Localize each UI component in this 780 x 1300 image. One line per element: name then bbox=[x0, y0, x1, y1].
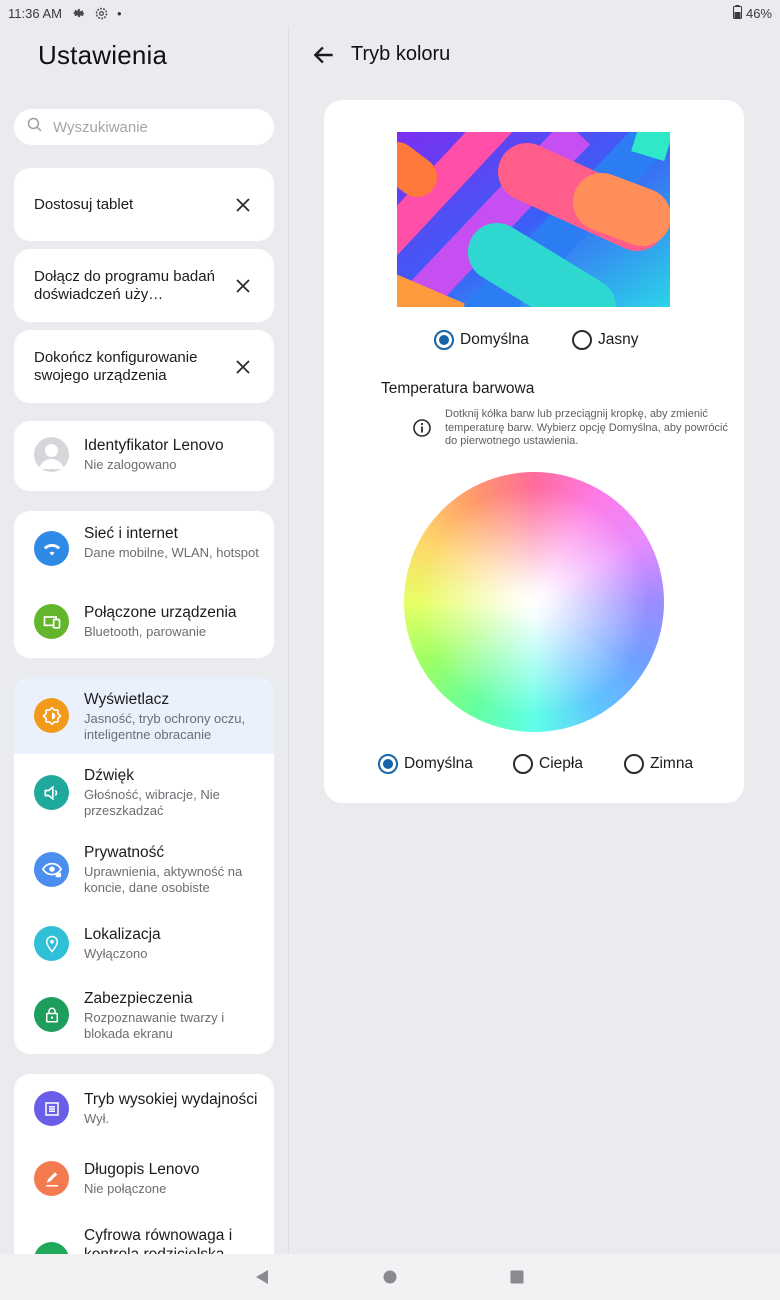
sidebar-item-security[interactable]: Zabezpieczenia Rozpoznawanie twarzy i bl… bbox=[14, 977, 274, 1054]
settings-gear-icon bbox=[72, 6, 86, 20]
temp-default-option[interactable]: Domyślna bbox=[378, 754, 473, 774]
item-subtitle: Jasność, tryb ochrony oczu, inteligentne… bbox=[84, 711, 246, 742]
suggestion-card[interactable]: Dokończ konfigurowanie swojego urządzeni… bbox=[14, 330, 274, 403]
color-mode-card: Domyślna Jasny Temperatura barwowa Dotkn… bbox=[324, 100, 744, 803]
wifi-icon bbox=[34, 531, 69, 566]
settings-group: Tryb wysokiej wydajności Wył. Długopis L… bbox=[14, 1074, 274, 1254]
radio-unselected[interactable] bbox=[513, 754, 533, 774]
close-icon[interactable] bbox=[232, 275, 254, 297]
nav-back-icon[interactable] bbox=[252, 1267, 272, 1287]
location-icon bbox=[34, 926, 69, 961]
mode-bright-option[interactable]: Jasny bbox=[572, 330, 639, 350]
radio-unselected[interactable] bbox=[572, 330, 592, 350]
item-title: Wyświetlacz bbox=[84, 691, 170, 708]
item-subtitle: Rozpoznawanie twarzy i blokada ekranu bbox=[84, 1010, 225, 1041]
item-title: Długopis Lenovo bbox=[84, 1161, 200, 1178]
option-label: Domyślna bbox=[460, 331, 529, 348]
sidebar-item-sound[interactable]: Dźwięk Głośność, wibracje, Nie przeszkad… bbox=[14, 754, 274, 831]
sidebar-item-network[interactable]: Sieć i internet Dane mobilne, WLAN, hots… bbox=[14, 511, 274, 589]
suggestion-card[interactable]: Dołącz do programu badań doświadczeń uży… bbox=[14, 249, 274, 322]
suggestion-label: Dostosuj tablet bbox=[34, 195, 134, 213]
item-subtitle: Wyłączono bbox=[84, 946, 148, 961]
item-title: Sieć i internet bbox=[84, 525, 178, 542]
settings-list-pane: Ustawienia Wyszukiwanie Dostosuj tablet … bbox=[0, 26, 288, 1254]
nav-home-icon[interactable] bbox=[380, 1267, 400, 1287]
suggestion-label: Dołącz do programu badań doświadczeń uży… bbox=[34, 267, 215, 303]
item-title: Cyfrowa równowaga i kontrola rodzicielsk… bbox=[84, 1227, 233, 1254]
item-title: Dźwięk bbox=[84, 767, 134, 784]
section-title: Temperatura barwowa bbox=[381, 380, 535, 397]
item-subtitle: Głośność, wibracje, Nie przeszkadzać bbox=[84, 787, 220, 818]
settings-outline-icon bbox=[94, 6, 109, 21]
devices-icon bbox=[34, 604, 69, 639]
settings-group: Sieć i internet Dane mobilne, WLAN, hots… bbox=[14, 511, 274, 658]
temp-cool-option[interactable]: Zimna bbox=[624, 754, 693, 774]
sidebar-item-privacy[interactable]: Prywatność Uprawnienia, aktywność na kon… bbox=[14, 831, 274, 911]
close-icon[interactable] bbox=[232, 356, 254, 378]
item-title: Lokalizacja bbox=[84, 926, 161, 943]
avatar bbox=[34, 437, 69, 472]
status-bar: 11:36 AM • 46% bbox=[0, 0, 780, 26]
option-label: Domyślna bbox=[404, 755, 473, 772]
sidebar-item-lenovo-pen[interactable]: Długopis Lenovo Nie połączone bbox=[14, 1144, 274, 1214]
sidebar-item-location[interactable]: Lokalizacja Wyłączono bbox=[14, 911, 274, 977]
radio-selected[interactable] bbox=[378, 754, 398, 774]
info-description: Dotknij kółka barw lub przeciągnij kropk… bbox=[445, 408, 728, 447]
radio-selected[interactable] bbox=[434, 330, 454, 350]
status-time: 11:36 AM bbox=[8, 5, 62, 21]
option-label: Zimna bbox=[650, 755, 694, 772]
navigation-bar bbox=[0, 1254, 780, 1300]
brightness-icon bbox=[34, 698, 69, 733]
page-title: Ustawienia bbox=[38, 40, 168, 70]
nav-recents-icon[interactable] bbox=[507, 1267, 527, 1287]
pen-icon bbox=[34, 1161, 69, 1196]
back-arrow-icon[interactable] bbox=[311, 42, 337, 68]
search-input[interactable]: Wyszukiwanie bbox=[14, 109, 274, 145]
suggestion-card[interactable]: Dostosuj tablet bbox=[14, 168, 274, 241]
close-icon[interactable] bbox=[232, 194, 254, 216]
preview-image bbox=[397, 132, 670, 307]
suggestion-label: Dokończ konfigurowanie swojego urządzeni… bbox=[34, 348, 198, 384]
item-title: Połączone urządzenia bbox=[84, 604, 237, 621]
item-subtitle: Uprawnienia, aktywność na koncie, dane o… bbox=[84, 864, 243, 895]
item-subtitle: Wył. bbox=[84, 1111, 110, 1126]
sidebar-item-display[interactable]: Wyświetlacz Jasność, tryb ochrony oczu, … bbox=[14, 677, 274, 754]
sidebar-item-connected-devices[interactable]: Połączone urządzenia Bluetooth, parowani… bbox=[14, 589, 274, 658]
settings-group: Wyświetlacz Jasność, tryb ochrony oczu, … bbox=[14, 677, 274, 1054]
item-subtitle: Nie zalogowano bbox=[84, 457, 177, 472]
option-label: Jasny bbox=[598, 331, 639, 348]
sidebar-item-performance[interactable]: Tryb wysokiej wydajności Wył. bbox=[14, 1074, 274, 1144]
battery-level: 46% bbox=[745, 5, 772, 21]
search-placeholder: Wyszukiwanie bbox=[53, 118, 148, 136]
item-title: Tryb wysokiej wydajności bbox=[84, 1091, 258, 1108]
volume-icon bbox=[34, 775, 69, 810]
color-mode-pane: Tryb koloru Domyślna Jasny Temperatura b… bbox=[289, 26, 780, 1254]
item-title: Zabezpieczenia bbox=[84, 990, 193, 1007]
battery-icon bbox=[732, 4, 742, 22]
lenovo-id-card[interactable]: Identyfikator Lenovo Nie zalogowano bbox=[14, 421, 274, 491]
eye-lock-icon bbox=[34, 852, 69, 887]
temp-warm-option[interactable]: Ciepła bbox=[513, 754, 583, 774]
item-subtitle: Bluetooth, parowanie bbox=[84, 624, 207, 639]
performance-icon bbox=[34, 1091, 69, 1126]
item-subtitle: Dane mobilne, WLAN, hotspot bbox=[84, 545, 259, 560]
notification-dot: • bbox=[116, 5, 122, 21]
item-subtitle: Nie połączone bbox=[84, 1181, 167, 1196]
list-item[interactable]: Identyfikator Lenovo Nie zalogowano bbox=[14, 421, 274, 491]
option-label: Ciepła bbox=[539, 755, 583, 772]
page-title: Tryb koloru bbox=[351, 43, 451, 65]
info-icon bbox=[412, 418, 432, 438]
item-title: Prywatność bbox=[84, 844, 165, 861]
wellbeing-icon bbox=[34, 1242, 69, 1254]
item-title: Identyfikator Lenovo bbox=[84, 437, 224, 454]
radio-unselected[interactable] bbox=[624, 754, 644, 774]
mode-default-option[interactable]: Domyślna bbox=[434, 330, 529, 350]
sidebar-item-digital-wellbeing[interactable]: Cyfrowa równowaga i kontrola rodzicielsk… bbox=[14, 1214, 274, 1254]
search-icon bbox=[26, 116, 43, 138]
color-wheel[interactable] bbox=[404, 472, 664, 732]
lock-icon bbox=[34, 997, 69, 1032]
